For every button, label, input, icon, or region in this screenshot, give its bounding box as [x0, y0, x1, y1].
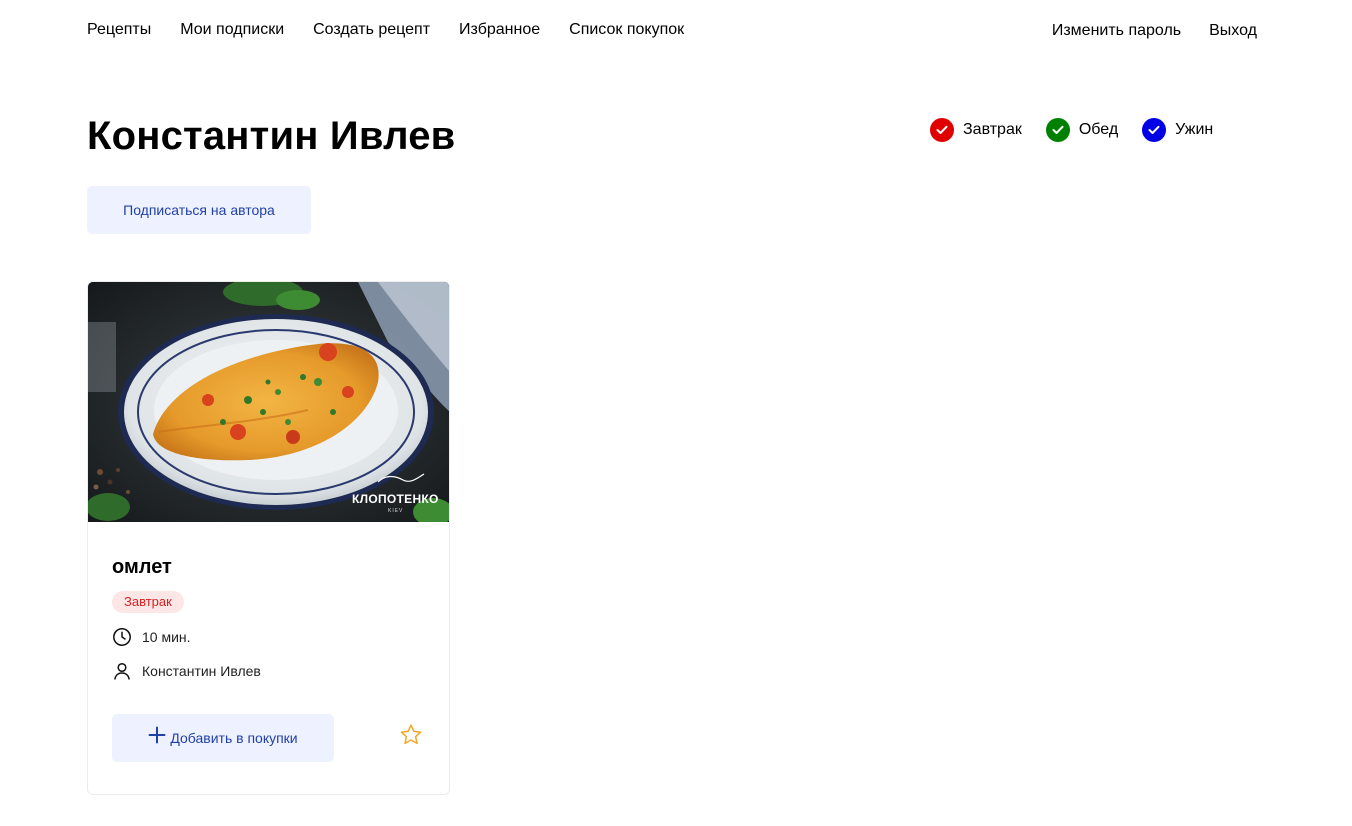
- filter-label: Ужин: [1175, 121, 1214, 138]
- nav-subscriptions-link[interactable]: Мои подписки: [180, 21, 284, 39]
- watermark-text: КЛОПОТЕНКО: [352, 492, 439, 506]
- filter-label: Завтрак: [963, 121, 1022, 138]
- nav-recipes-link[interactable]: Рецепты: [87, 21, 151, 39]
- recipe-image[interactable]: КЛОПОТЕНКО KIEV: [88, 282, 449, 522]
- add-to-shopping-list-button[interactable]: Добавить в покупки: [112, 714, 334, 762]
- watermark-subtext: KIEV: [388, 508, 404, 514]
- plus-icon: [148, 725, 166, 749]
- filter-dinner[interactable]: Ужин: [1142, 118, 1213, 142]
- main-nav: Рецепты Мои подписки Создать рецепт Избр…: [87, 21, 713, 39]
- user-icon: [112, 661, 132, 681]
- change-password-link[interactable]: Изменить пароль: [1052, 22, 1181, 40]
- logout-link[interactable]: Выход: [1209, 22, 1257, 40]
- user-nav: Изменить пароль Выход: [1024, 22, 1257, 40]
- filter-breakfast[interactable]: Завтрак: [930, 118, 1022, 142]
- check-icon: [930, 118, 954, 142]
- clock-icon: [112, 627, 132, 647]
- recipe-title[interactable]: омлет: [112, 556, 425, 579]
- top-navigation: Рецепты Мои подписки Создать рецепт Избр…: [0, 0, 1352, 64]
- tag-filters: Завтрак Обед Ужин: [930, 118, 1213, 142]
- nav-favorites-link[interactable]: Избранное: [459, 21, 540, 39]
- filter-lunch[interactable]: Обед: [1045, 118, 1119, 142]
- check-icon: [1045, 118, 1070, 142]
- recipe-card: КЛОПОТЕНКО KIEV омлет Завтрак 10 мин. Ко…: [87, 281, 450, 795]
- recipe-author: Константин Ивлев: [112, 661, 425, 681]
- cooking-time: 10 мин.: [112, 627, 425, 647]
- author-name[interactable]: Константин Ивлев: [142, 663, 261, 679]
- filter-label: Обед: [1078, 121, 1119, 138]
- favorite-star-icon[interactable]: [399, 723, 425, 749]
- card-body: омлет Завтрак 10 мин. Константин Ивлев: [112, 556, 425, 681]
- check-icon: [1142, 118, 1167, 142]
- nav-shopping-list-link[interactable]: Список покупок: [569, 21, 684, 39]
- nav-create-recipe-link[interactable]: Создать рецепт: [313, 21, 430, 39]
- add-button-label: Добавить в покупки: [170, 730, 298, 746]
- page-title: Константин Ивлев: [87, 114, 456, 158]
- cooking-time-value: 10 мин.: [142, 629, 191, 645]
- recipe-tag-badge: Завтрак: [112, 591, 184, 613]
- subscribe-button[interactable]: Подписаться на автора: [87, 186, 311, 234]
